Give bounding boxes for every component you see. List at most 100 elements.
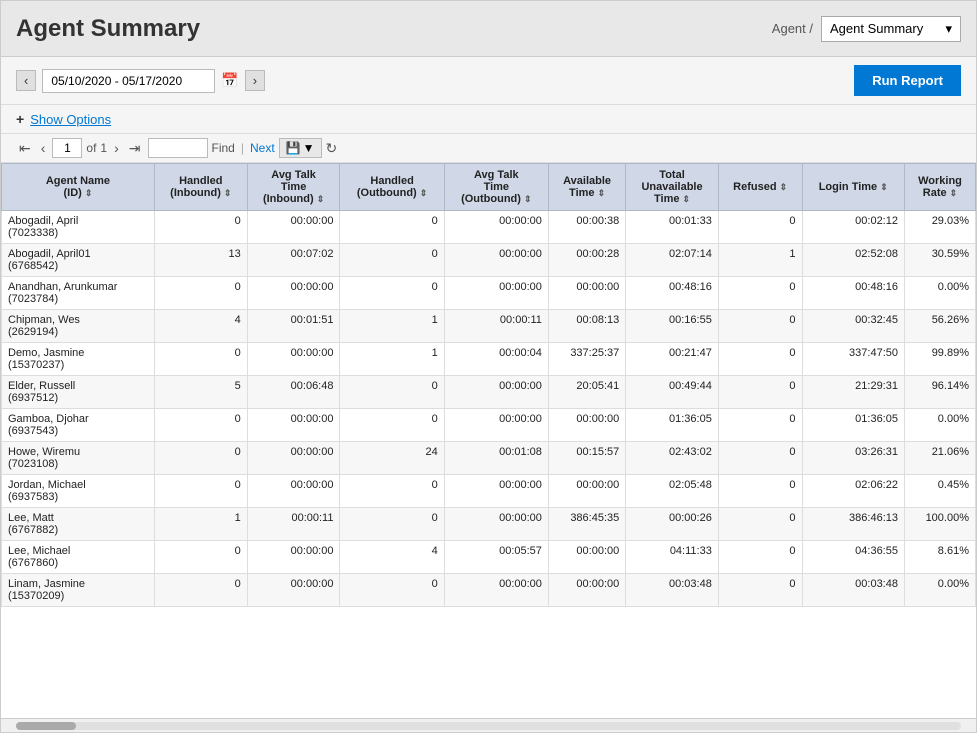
col-refused[interactable]: Refused ⇕ <box>718 164 802 211</box>
table-cell: Lee, Matt(6767882) <box>2 508 155 541</box>
next-page-button[interactable]: › <box>111 139 122 157</box>
table-cell: 0 <box>340 277 444 310</box>
table-cell: 0 <box>718 343 802 376</box>
table-cell: 00:00:00 <box>444 475 548 508</box>
date-toolbar: ‹ 📅 › Run Report <box>1 57 976 105</box>
table-cell: 02:07:14 <box>626 244 719 277</box>
scrollbar-thumb[interactable] <box>16 722 76 730</box>
table-cell: 56.26% <box>904 310 975 343</box>
sort-icon-avg-talk-inbound: ⇕ <box>317 194 325 204</box>
table-cell: 00:21:47 <box>626 343 719 376</box>
export-button[interactable]: 💾 ▼ <box>279 138 322 158</box>
table-cell: 0 <box>718 442 802 475</box>
col-handled-outbound[interactable]: Handled(Outbound) ⇕ <box>340 164 444 211</box>
pagination-row: ⇤ ‹ of 1 › ⇥ Find | Next 💾 ▼ ↻ <box>1 134 976 163</box>
table-cell: Lee, Michael(6767860) <box>2 541 155 574</box>
table-cell: 00:00:00 <box>548 409 625 442</box>
show-options-label[interactable]: Show Options <box>30 112 111 127</box>
find-label[interactable]: Find <box>212 141 235 155</box>
dropdown-value: Agent Summary <box>830 21 923 36</box>
table-row: Chipman, Wes(2629194)400:01:51100:00:110… <box>2 310 976 343</box>
table-cell: 0 <box>718 376 802 409</box>
first-page-button[interactable]: ⇤ <box>16 139 34 158</box>
table-cell: 21.06% <box>904 442 975 475</box>
sort-icon-agent-name: ⇕ <box>85 188 93 198</box>
table-row: Howe, Wiremu(7023108)000:00:002400:01:08… <box>2 442 976 475</box>
header-right: Agent / Agent Summary ▾ <box>772 16 961 42</box>
table-cell: 00:05:57 <box>444 541 548 574</box>
report-type-dropdown[interactable]: Agent Summary ▾ <box>821 16 961 42</box>
prev-date-button[interactable]: ‹ <box>16 70 36 91</box>
table-cell: 00:06:48 <box>247 376 340 409</box>
next-date-button[interactable]: › <box>245 70 265 91</box>
table-cell: 0 <box>718 475 802 508</box>
prev-page-button[interactable]: ‹ <box>38 139 49 157</box>
sort-icon-working-rate: ⇕ <box>950 188 958 198</box>
table-cell: 13 <box>154 244 247 277</box>
table-cell: Abogadil, April(7023338) <box>2 211 155 244</box>
table-cell: 00:16:55 <box>626 310 719 343</box>
table-cell: Linam, Jasmine(15370209) <box>2 574 155 607</box>
table-cell: 03:26:31 <box>802 442 904 475</box>
table-container: Agent Name(ID) ⇕ Handled(Inbound) ⇕ Avg … <box>1 163 976 718</box>
table-cell: 0 <box>154 211 247 244</box>
table-cell: 0 <box>340 475 444 508</box>
table-cell: 99.89% <box>904 343 975 376</box>
table-cell: 4 <box>154 310 247 343</box>
table-cell: 1 <box>718 244 802 277</box>
table-row: Lee, Michael(6767860)000:00:00400:05:570… <box>2 541 976 574</box>
table-cell: 00:07:02 <box>247 244 340 277</box>
date-range-input[interactable] <box>42 69 215 93</box>
table-cell: Jordan, Michael(6937583) <box>2 475 155 508</box>
table-cell: 24 <box>340 442 444 475</box>
table-cell: 00:49:44 <box>626 376 719 409</box>
table-cell: 00:00:00 <box>444 277 548 310</box>
col-avg-talk-inbound[interactable]: Avg TalkTime(Inbound) ⇕ <box>247 164 340 211</box>
table-cell: 0 <box>340 244 444 277</box>
table-cell: 0 <box>154 475 247 508</box>
page-number-input[interactable] <box>52 138 82 158</box>
run-report-button[interactable]: Run Report <box>854 65 961 96</box>
col-total-unavailable[interactable]: TotalUnavailableTime ⇕ <box>626 164 719 211</box>
table-cell: 00:00:11 <box>247 508 340 541</box>
table-cell: 0 <box>340 211 444 244</box>
table-cell: 00:00:00 <box>444 376 548 409</box>
col-handled-inbound[interactable]: Handled(Inbound) ⇕ <box>154 164 247 211</box>
col-working-rate[interactable]: WorkingRate ⇕ <box>904 164 975 211</box>
table-cell: 00:03:48 <box>626 574 719 607</box>
table-cell: 0 <box>718 409 802 442</box>
calendar-icon[interactable]: 📅 <box>221 72 238 89</box>
table-body: Abogadil, April(7023338)000:00:00000:00:… <box>2 211 976 607</box>
table-cell: 00:00:04 <box>444 343 548 376</box>
table-cell: Chipman, Wes(2629194) <box>2 310 155 343</box>
table-header: Agent Name(ID) ⇕ Handled(Inbound) ⇕ Avg … <box>2 164 976 211</box>
show-options-plus[interactable]: + <box>16 111 24 127</box>
col-login-time[interactable]: Login Time ⇕ <box>802 164 904 211</box>
table-cell: 00:01:08 <box>444 442 548 475</box>
col-avg-talk-outbound[interactable]: Avg TalkTime(Outbound) ⇕ <box>444 164 548 211</box>
col-available-time[interactable]: AvailableTime ⇕ <box>548 164 625 211</box>
find-input[interactable] <box>148 138 208 158</box>
table-cell: 0 <box>154 343 247 376</box>
table-cell: 00:08:13 <box>548 310 625 343</box>
table-cell: 00:00:38 <box>548 211 625 244</box>
col-agent-name[interactable]: Agent Name(ID) ⇕ <box>2 164 155 211</box>
table-cell: 00:00:00 <box>444 574 548 607</box>
options-row: + Show Options <box>1 105 976 134</box>
table-cell: 00:00:00 <box>444 244 548 277</box>
table-cell: 00:00:00 <box>247 277 340 310</box>
table-cell: 00:00:00 <box>548 277 625 310</box>
table-cell: 00:01:33 <box>626 211 719 244</box>
refresh-button[interactable]: ↻ <box>326 140 338 157</box>
app-container: Agent Summary Agent / Agent Summary ▾ ‹ … <box>0 0 977 733</box>
table-cell: 0 <box>340 574 444 607</box>
horizontal-scrollbar[interactable] <box>1 718 976 732</box>
page-title: Agent Summary <box>16 15 200 43</box>
table-cell: 30.59% <box>904 244 975 277</box>
last-page-button[interactable]: ⇥ <box>126 139 144 158</box>
next-label[interactable]: Next <box>250 141 275 155</box>
table-cell: Abogadil, April01(6768542) <box>2 244 155 277</box>
table-cell: 00:00:00 <box>548 574 625 607</box>
table-cell: 00:00:26 <box>626 508 719 541</box>
table-cell: Elder, Russell(6937512) <box>2 376 155 409</box>
